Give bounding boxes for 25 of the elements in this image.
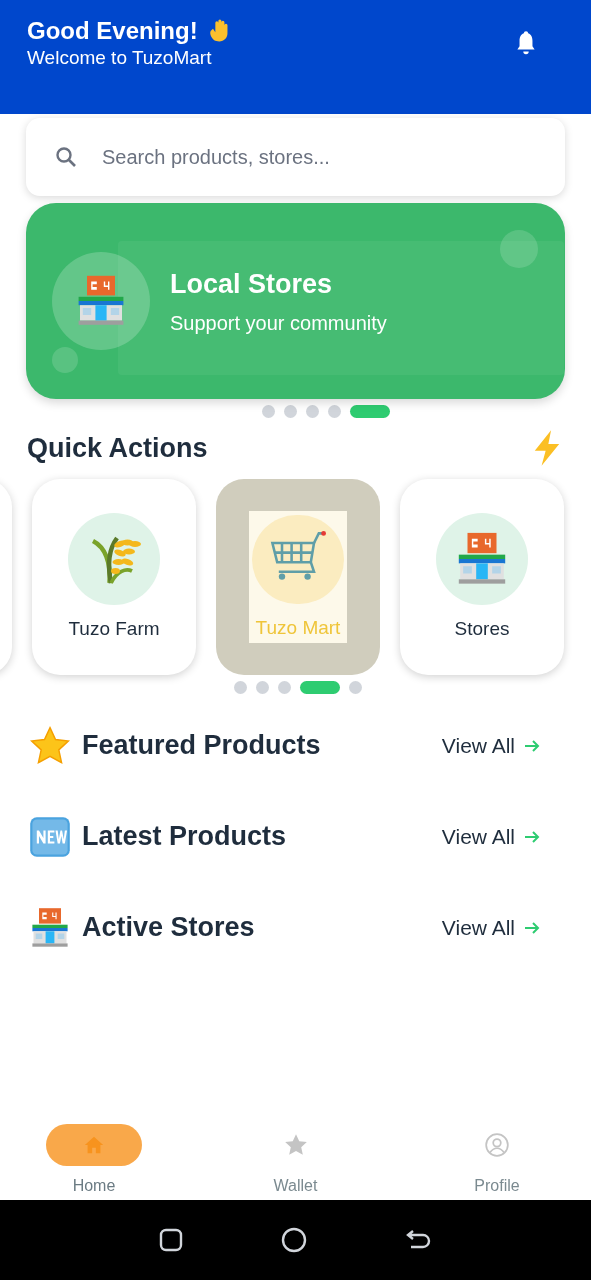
greeting: Good Evening! — [27, 16, 198, 47]
nav-tab[interactable]: Wallet — [247, 1124, 344, 1198]
recent-apps-icon[interactable] — [158, 1227, 185, 1253]
nav-tab[interactable]: Profile — [449, 1124, 545, 1198]
section-title: Quick Actions — [27, 432, 208, 465]
home-icon — [83, 1134, 105, 1156]
quick-action-label: Stores — [454, 617, 510, 642]
new-sign-icon — [28, 814, 72, 859]
home-button-icon[interactable] — [280, 1226, 309, 1254]
quick-action-label: Tuzo Mart — [255, 616, 341, 640]
search-field[interactable]: Search products, stores... — [26, 118, 565, 196]
section-title: Latest Products — [82, 820, 287, 854]
quick-action-label: Tuzo Farm — [68, 617, 160, 642]
view-all-link[interactable]: View All — [441, 820, 563, 853]
banner-subtitle: Support your community — [170, 311, 387, 337]
section-title: Featured Products — [82, 729, 321, 763]
quick-action-card[interactable]: Stores — [400, 478, 564, 675]
welcome-text: Welcome to TuzoMart — [27, 46, 213, 70]
section-title: Active Stores — [82, 911, 255, 945]
view-all-link[interactable]: View All — [441, 911, 563, 944]
profile-icon — [484, 1132, 510, 1158]
quick-action-card[interactable]: Tuzo Farm — [32, 478, 196, 675]
banner-title: Local Stores — [170, 267, 334, 301]
view-all-link[interactable]: View All — [441, 729, 563, 762]
search-icon — [54, 145, 78, 169]
